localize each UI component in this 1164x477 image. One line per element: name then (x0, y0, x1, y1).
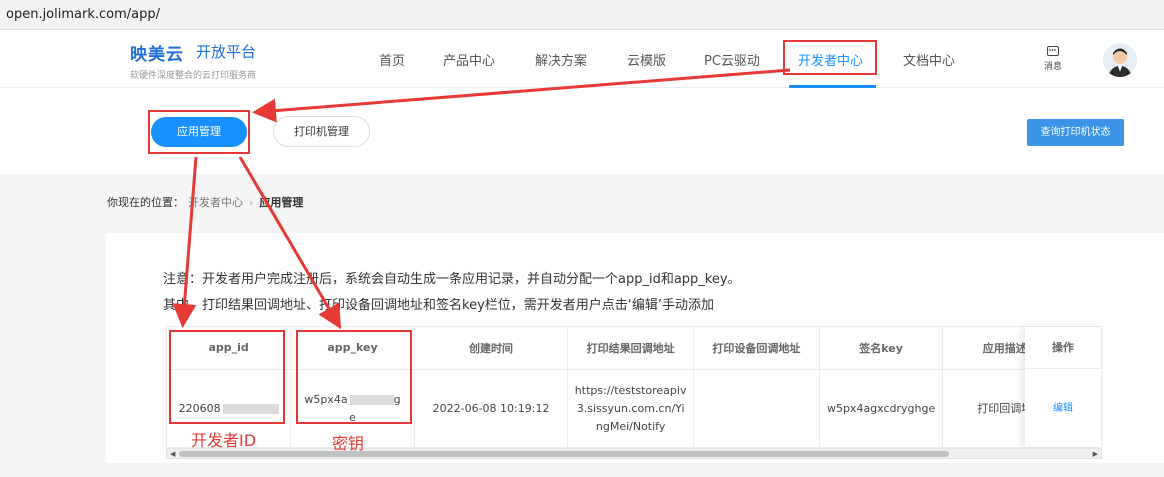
nav-item-home[interactable]: 首页 (379, 50, 405, 69)
th-sign-key: 签名key (819, 327, 944, 370)
brand-slogan: 软硬件深度整合的云打印服务商 (130, 71, 257, 81)
annotation-box-app-key (296, 330, 412, 424)
operation-column: 操作 编辑 (1025, 327, 1101, 447)
note-line-2: 其中，打印结果回调地址、打印设备回调地址和签名key栏位，需开发者用户点击‘编辑… (163, 298, 715, 313)
scroll-right-arrow-icon[interactable]: ▶ (1093, 449, 1098, 459)
user-avatar[interactable] (1103, 43, 1137, 77)
cell-sign-key: w5px4agxcdryghge (819, 369, 944, 447)
th-operation: 操作 (1025, 327, 1101, 369)
nav-item-docs[interactable]: 文档中心 (903, 50, 955, 69)
brand-platform[interactable]: 开放平台 (196, 41, 256, 62)
th-result-callback: 打印结果回调地址 (567, 327, 695, 370)
message-button[interactable]: 消息 (1040, 46, 1066, 72)
cell-result-callback: https://teststoreapiv3.sissyun.com.cn/Yi… (567, 369, 695, 447)
table-horizontal-scrollbar[interactable]: ◀ ▶ (166, 448, 1102, 459)
url-text: open.jolimark.com/app/ (6, 7, 160, 22)
printer-manage-button[interactable]: 打印机管理 (273, 116, 370, 147)
scroll-left-arrow-icon[interactable]: ◀ (170, 449, 175, 459)
annotation-label-secret-key: 密钥 (332, 434, 365, 453)
nav-item-solutions[interactable]: 解决方案 (535, 50, 587, 69)
th-device-callback: 打印设备回调地址 (693, 327, 820, 370)
breadcrumb-prefix: 你现在的位置： (107, 196, 184, 209)
annotation-box-app-id (169, 330, 285, 424)
cell-created: 2022-06-08 10:19:12 (414, 369, 569, 447)
cell-device-callback (693, 369, 820, 447)
site-header: 映美云 开放平台 软硬件深度整合的云打印服务商 首页 产品中心 解决方案 云模版… (0, 30, 1164, 88)
breadcrumb-parent[interactable]: 开发者中心 (188, 196, 243, 209)
th-created: 创建时间 (414, 327, 569, 370)
brand-logo[interactable]: 映美云 (130, 40, 184, 65)
nav-item-pc-driver[interactable]: PC云驱动 (704, 50, 760, 69)
scroll-thumb[interactable] (179, 451, 949, 457)
message-label: 消息 (1043, 62, 1062, 72)
query-printer-status-button[interactable]: 查询打印机状态 (1027, 119, 1124, 146)
breadcrumb: 你现在的位置： 开发者中心 › 应用管理 (107, 194, 303, 210)
annotation-label-developer-id: 开发者ID (191, 431, 257, 450)
message-icon (1047, 46, 1059, 56)
breadcrumb-separator: › (249, 196, 254, 209)
nav-item-templates[interactable]: 云模版 (627, 50, 666, 69)
browser-url-bar[interactable]: open.jolimark.com/app/ (0, 0, 1164, 30)
annotation-box-app-manage (148, 110, 250, 154)
edit-link[interactable]: 编辑 (1025, 399, 1101, 414)
note-line-1: 注意：开发者用户完成注册后，系统会自动生成一条应用记录，并自动分配一个app_i… (163, 272, 741, 287)
annotation-box-developer-nav (783, 40, 877, 75)
breadcrumb-current: 应用管理 (259, 196, 304, 209)
nav-item-products[interactable]: 产品中心 (443, 50, 495, 69)
